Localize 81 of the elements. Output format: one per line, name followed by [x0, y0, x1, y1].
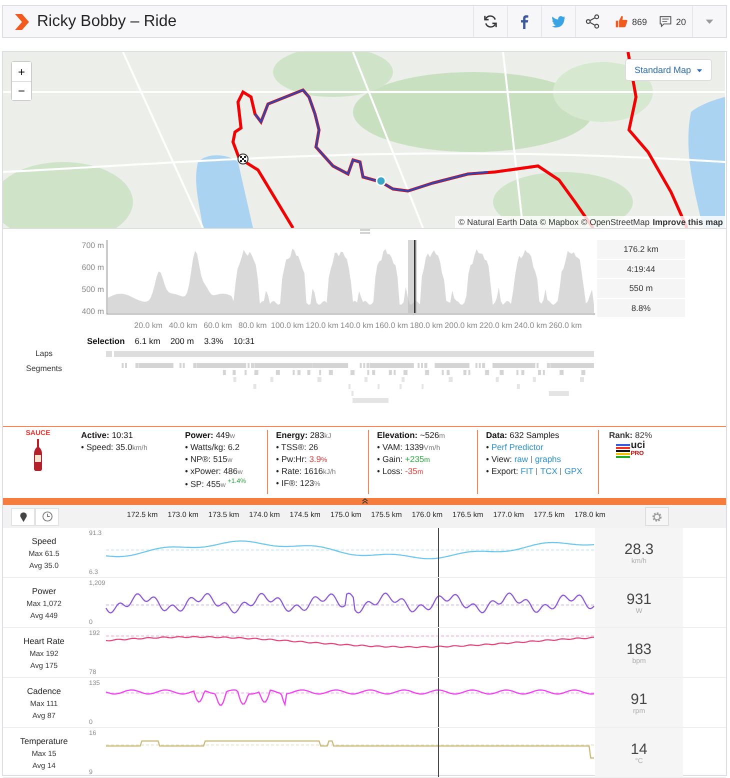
- stream-name: Heart Rate: [23, 636, 65, 646]
- selection-value: 200 m: [170, 336, 194, 346]
- current-value: 91: [630, 690, 648, 708]
- axis-label: 60.0 km: [202, 321, 234, 330]
- laps-bar[interactable]: [106, 350, 594, 356]
- summary-value: 176.2 km: [597, 240, 685, 260]
- current-value: 931: [626, 590, 652, 608]
- axis-label: 180.0 km: [409, 321, 444, 330]
- clock-icon: [42, 511, 52, 522]
- stream-name: Speed: [32, 536, 56, 546]
- bottle-icon: [32, 439, 44, 471]
- axis-label: 140.0 km: [340, 321, 374, 330]
- settings-icon: [651, 510, 664, 522]
- caret-icon: [696, 66, 703, 74]
- map-marker-button[interactable]: [11, 508, 35, 526]
- map-attribution: © Natural Earth Data © Mapbox © OpenStreetMap: [458, 217, 650, 227]
- selection-value: 6.1 km: [134, 336, 160, 346]
- current-value: 28.3: [624, 540, 654, 558]
- page-title: Ricky Bobby – Ride: [37, 12, 178, 30]
- stat-label: • Export:: [486, 466, 520, 476]
- current-value: 183: [626, 640, 652, 658]
- thumbs-up-icon: [614, 15, 628, 28]
- chevron-logo-icon: [15, 14, 29, 30]
- position-marker: [376, 176, 386, 186]
- stat-heading: Active: 10:31: [81, 430, 134, 440]
- axis-label: 120.0 km: [304, 321, 340, 330]
- summary-value: 8.8%: [597, 298, 685, 318]
- axis-label: 400 m: [82, 307, 104, 316]
- refresh-icon: [482, 14, 498, 29]
- axis-label: 260.0 km: [548, 321, 583, 330]
- link[interactable]: raw: [514, 454, 528, 464]
- link[interactable]: TCX: [540, 466, 558, 476]
- stat-label: •: [486, 442, 490, 452]
- rainbow-stripes-icon: [616, 442, 630, 458]
- settings-button[interactable]: [645, 507, 670, 526]
- stream-name: Cadence: [26, 686, 62, 696]
- link[interactable]: Perf Predictor: [491, 442, 544, 452]
- resize-handle-icon[interactable]: [360, 229, 370, 234]
- rank-heading: Rank: 82%: [609, 430, 652, 440]
- stat-label: • View:: [486, 454, 513, 464]
- axis-label: 20.0 km: [133, 321, 164, 330]
- map-drawing[interactable]: [3, 52, 725, 228]
- link[interactable]: graphs: [535, 454, 562, 464]
- laps-label: Laps: [34, 349, 54, 358]
- stat-item: • Watts/kg: 6.2: [185, 442, 241, 452]
- zoom-out-button[interactable]: −: [12, 81, 31, 100]
- axis-label: 220.0 km: [478, 321, 514, 330]
- stream-name: Temperature: [20, 736, 68, 746]
- selection-label: Selection: [87, 336, 125, 346]
- axis-label: 700 m: [82, 241, 104, 250]
- twitter-icon: [550, 14, 566, 29]
- comment-count: 20: [676, 16, 686, 26]
- segments-drawing[interactable]: [122, 363, 594, 403]
- selection-value: 10:31: [233, 336, 255, 346]
- map-style-dropdown[interactable]: Standard Map: [625, 59, 712, 81]
- axis-label: 240.0 km: [513, 321, 548, 330]
- axis-label: 100.0 km: [270, 321, 305, 330]
- collapse-icon: [362, 498, 368, 504]
- axis-label: 200.0 km: [444, 321, 478, 330]
- link[interactable]: GPX: [564, 466, 582, 476]
- axis-label: 80.0 km: [237, 321, 268, 330]
- segments-label: Segments: [24, 363, 64, 375]
- stat-heading: Data: 632 Samples: [486, 430, 560, 440]
- link[interactable]: FIT: [520, 466, 534, 476]
- selection-value: 3.3%: [204, 336, 224, 346]
- map-marker-icon: [18, 511, 28, 522]
- clock-button[interactable]: [35, 508, 59, 526]
- axis-label: 500 m: [82, 285, 104, 294]
- comment-icon: [658, 15, 672, 28]
- stream-name: Power: [32, 586, 56, 596]
- current-value: 14: [630, 740, 648, 758]
- axis-label: 40.0 km: [168, 321, 198, 330]
- axis-label: 600 m: [82, 263, 104, 272]
- summary-value: 4:19:44: [597, 260, 685, 279]
- stat-item: • TSS®: 26: [276, 442, 320, 452]
- like-count: 869: [632, 16, 647, 26]
- improve-map-link[interactable]: Improve this map: [652, 217, 723, 227]
- badge-text: uci: [630, 442, 646, 450]
- summary-value: 550 m: [597, 279, 685, 298]
- axis-label: 160.0 km: [374, 321, 409, 330]
- share-icon: [584, 14, 600, 29]
